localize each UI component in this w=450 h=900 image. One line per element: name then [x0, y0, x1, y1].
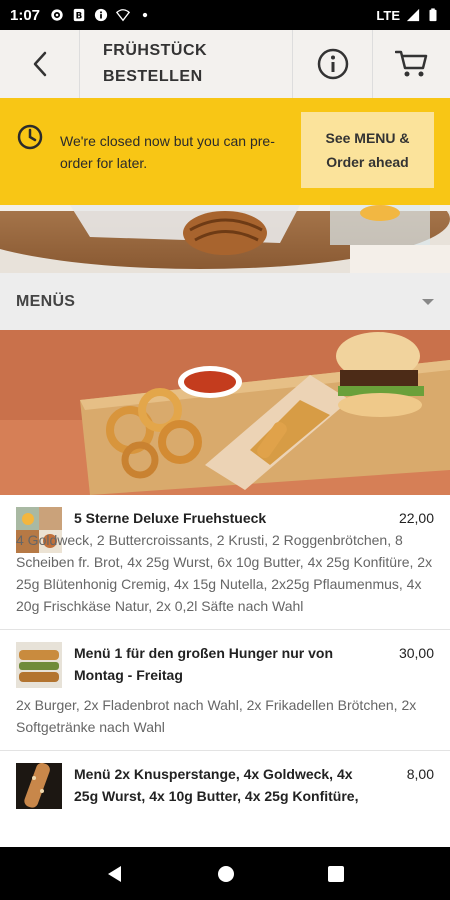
menu-banner-image — [0, 330, 450, 495]
cart-button[interactable] — [372, 30, 450, 98]
item-price: 30,00 — [398, 645, 434, 661]
clock-icon — [17, 124, 43, 149]
see-menu-order-ahead-button[interactable]: See MENU & Order ahead — [301, 112, 434, 188]
item-thumbnail — [16, 763, 62, 809]
list-item[interactable]: 5 Sterne Deluxe Fruehstueck 22,00 4 Gold… — [0, 495, 450, 630]
menus-section-header[interactable]: MENÜS — [0, 273, 450, 330]
cart-icon — [394, 50, 427, 77]
info-icon — [94, 8, 108, 22]
item-description: 2x Burger, 2x Fladenbrot nach Wahl, 2x F… — [16, 697, 417, 735]
network-label: LTE — [376, 7, 400, 23]
closed-notice-banner: We're closed now but you can pre-order f… — [0, 98, 450, 205]
b-icon: B — [73, 8, 85, 22]
see-menu-label: See MENU & — [325, 130, 410, 146]
breakfast-hero-image — [0, 205, 450, 273]
wifi-off-icon — [116, 9, 131, 22]
item-name: 5 Sterne Deluxe Fruehstueck — [74, 510, 267, 526]
caret-down-icon — [422, 299, 434, 305]
list-item[interactable]: Menü 1 für den großen Hunger nur von Mon… — [0, 630, 450, 751]
page-title-line2: BESTELLEN — [103, 68, 203, 85]
item-price: 22,00 — [398, 510, 434, 526]
settings-icon — [51, 9, 63, 21]
svg-text:B: B — [76, 12, 83, 22]
battery-icon — [429, 8, 437, 22]
closed-notice-text: We're closed now but you can pre-order f… — [60, 132, 275, 171]
item-description: 4 Goldweck, 2 Buttercroissants, 2 Krusti… — [16, 532, 433, 614]
info-button[interactable] — [292, 30, 372, 98]
item-name: Menü 2x Knusperstange, 4x Goldweck, 4x 2… — [74, 766, 359, 804]
status-time: 1:07 — [10, 6, 41, 24]
section-title: MENÜS — [16, 292, 76, 310]
app-header: FRÜHSTÜCK BESTELLEN — [0, 30, 450, 98]
item-name: Menü 1 für den großen Hunger nur von Mon… — [74, 645, 333, 683]
order-ahead-label: Order ahead — [326, 154, 409, 170]
list-item[interactable]: Menü 2x Knusperstange, 4x Goldweck, 4x 2… — [0, 751, 450, 821]
nav-home-icon[interactable] — [216, 864, 236, 884]
item-thumbnail — [16, 642, 62, 688]
info-icon — [317, 48, 348, 80]
dot-icon — [142, 12, 148, 18]
signal-icon — [406, 8, 420, 22]
page-title-line1: FRÜHSTÜCK — [103, 42, 208, 59]
nav-recents-icon[interactable] — [327, 865, 345, 883]
system-nav-bar — [0, 847, 450, 900]
page-title: FRÜHSTÜCK BESTELLEN — [80, 30, 292, 98]
item-price: 8,00 — [406, 766, 434, 782]
nav-back-icon[interactable] — [105, 864, 125, 884]
back-button[interactable] — [0, 30, 80, 98]
back-arrow-icon — [33, 51, 46, 77]
status-bar: 1:07 B LTE — [0, 0, 450, 30]
menu-items-list: 5 Sterne Deluxe Fruehstueck 22,00 4 Gold… — [0, 495, 450, 847]
